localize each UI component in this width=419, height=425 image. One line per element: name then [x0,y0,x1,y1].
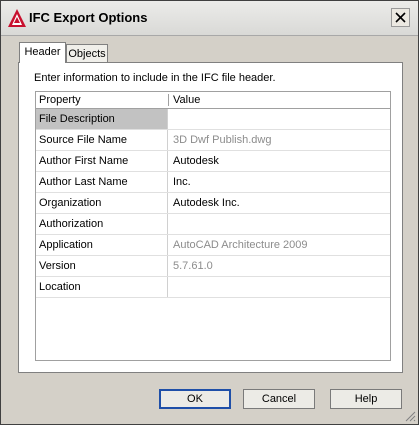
grid-row-file-description[interactable]: File Description [36,109,390,130]
grid-row-version[interactable]: Version 5.7.61.0 [36,256,390,277]
property-name: Version [36,256,168,276]
property-value[interactable]: Autodesk Inc. [169,193,390,213]
close-button[interactable] [391,8,410,27]
tab-objects[interactable]: Objects [66,44,108,63]
property-name: Application [36,235,168,255]
cancel-button[interactable]: Cancel [243,389,315,409]
help-button[interactable]: Help [330,389,402,409]
grid-row-author-last-name[interactable]: Author Last Name Inc. [36,172,390,193]
grid-row-authorization[interactable]: Authorization [36,214,390,235]
resize-grip-icon[interactable] [404,410,416,422]
autocad-logo-icon [8,9,26,27]
title-bar[interactable]: IFC Export Options [1,1,418,36]
dialog-title: IFC Export Options [29,10,148,25]
property-name: Organization [36,193,168,213]
ifc-export-options-dialog: IFC Export Options Header Objects Enter … [0,0,419,425]
property-value[interactable]: Inc. [169,172,390,192]
property-name: Author First Name [36,151,168,171]
property-name: File Description [36,109,168,129]
tab-header[interactable]: Header [19,42,66,63]
property-value[interactable] [169,109,390,129]
header-tab-panel: Enter information to include in the IFC … [18,62,403,373]
grid-row-location[interactable]: Location [36,277,390,298]
property-name: Author Last Name [36,172,168,192]
grid-row-application[interactable]: Application AutoCAD Architecture 2009 [36,235,390,256]
property-value[interactable]: Autodesk [169,151,390,171]
property-name: Authorization [36,214,168,234]
grid-row-organization[interactable]: Organization Autodesk Inc. [36,193,390,214]
grid-header: Property Value [36,92,390,109]
column-header-property[interactable]: Property [39,94,81,106]
property-value: AutoCAD Architecture 2009 [173,239,308,251]
property-value: 5.7.61.0 [173,260,213,272]
property-value[interactable] [169,277,390,297]
property-name: Location [36,277,168,297]
property-value: 3D Dwf Publish.dwg [173,134,272,146]
instructions-text: Enter information to include in the IFC … [34,72,276,84]
close-icon [395,12,406,23]
ok-button[interactable]: OK [159,389,231,409]
column-divider[interactable] [168,94,169,106]
grid-row-author-first-name[interactable]: Author First Name Autodesk [36,151,390,172]
grid-row-source-file-name[interactable]: Source File Name 3D Dwf Publish.dwg [36,130,390,151]
property-value[interactable] [169,214,390,234]
column-header-value[interactable]: Value [173,94,200,106]
header-properties-grid: Property Value File Description Source F… [35,91,391,361]
property-name: Source File Name [36,130,168,150]
